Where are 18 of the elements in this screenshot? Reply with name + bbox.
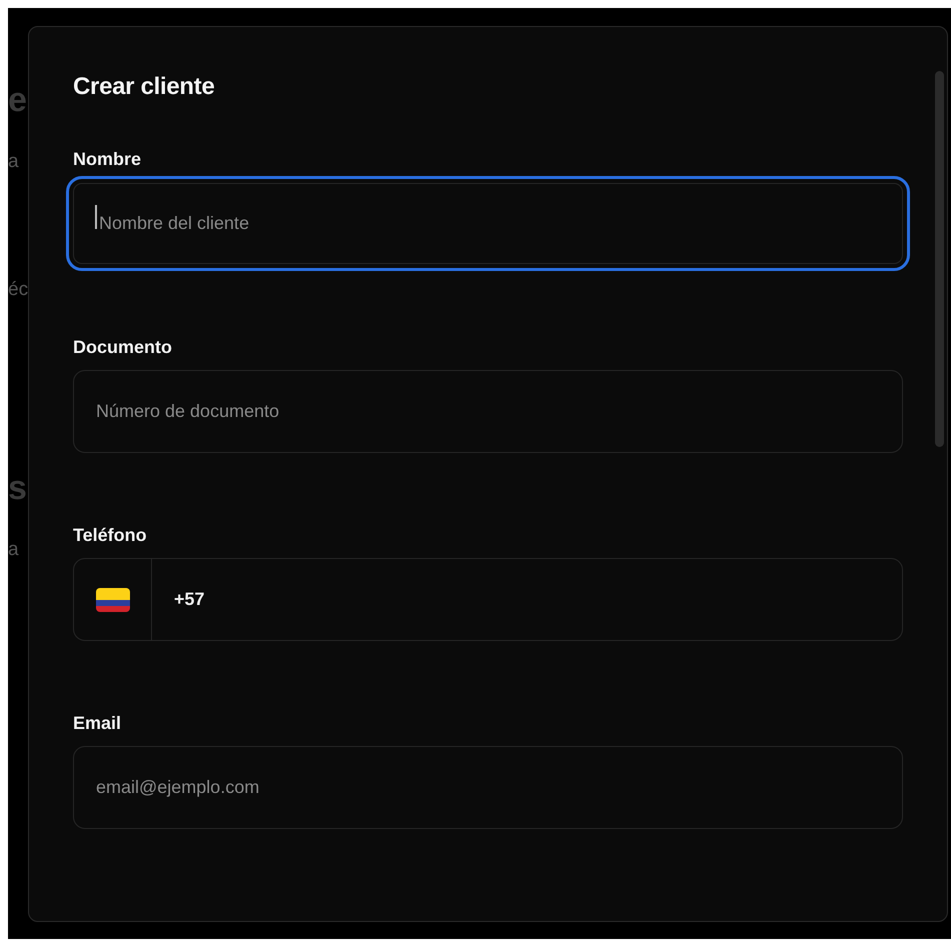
field-label: Documento bbox=[73, 336, 173, 358]
scrollbar[interactable] bbox=[935, 71, 944, 447]
field-label: Nombre bbox=[73, 148, 142, 170]
field-label: Teléfono bbox=[73, 524, 148, 546]
input-field[interactable]: Nombre del cliente bbox=[66, 176, 910, 271]
phone-prefix: +57 bbox=[174, 589, 205, 610]
flag-icon bbox=[96, 588, 130, 612]
dialog-title: Crear cliente bbox=[73, 72, 216, 102]
page-text: a bbox=[8, 538, 19, 562]
page-heading: e bbox=[8, 80, 27, 120]
field-label: Email bbox=[73, 712, 122, 734]
text-cursor bbox=[95, 205, 97, 229]
page-text: a bbox=[8, 150, 19, 174]
phone-field[interactable]: +57 bbox=[73, 558, 903, 641]
page-text: éc bbox=[8, 278, 28, 302]
input-field[interactable]: Número de documento bbox=[73, 370, 903, 453]
input-field[interactable]: email@ejemplo.com bbox=[73, 746, 903, 829]
page-heading: s bbox=[8, 468, 27, 508]
